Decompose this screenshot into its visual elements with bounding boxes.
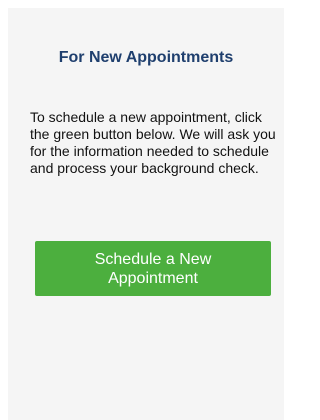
panel-heading: For New Appointments [58,49,234,66]
schedule-new-appointment-button[interactable]: Schedule a New Appointment [35,241,271,296]
instructions-text: To schedule a new appointment, click the… [30,109,276,176]
new-appointments-panel: For New Appointments To schedule a new a… [8,8,284,420]
